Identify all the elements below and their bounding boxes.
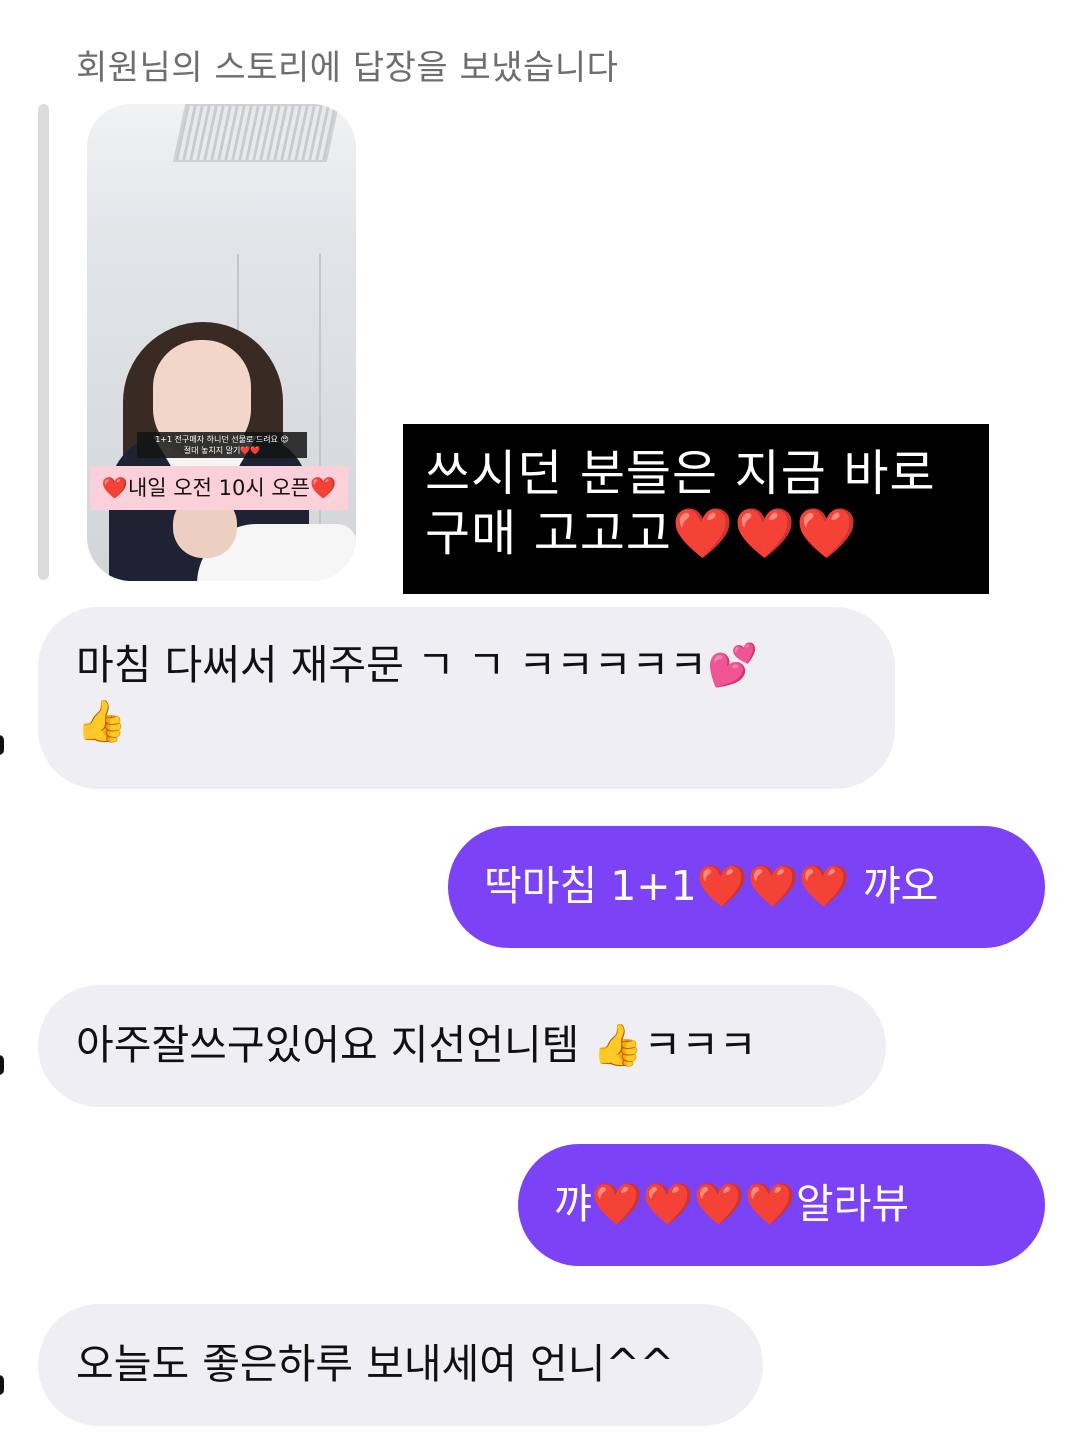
message-text: 👍 (76, 697, 128, 745)
story-overlay-line: 구매 고고고❤️❤️❤️ (425, 505, 859, 562)
sender-avatar-edge (0, 735, 4, 755)
outgoing-message-bubble[interactable]: 꺄❤️❤️❤️❤️알라뷰 (518, 1144, 1045, 1266)
dm-conversation: 회원님의 스토리에 답장을 보냈습니다 1+1 전구매자 하니던 선물로 드려요… (0, 0, 1080, 1439)
message-text: 오늘도 좋은하루 보내세여 언니^^ (76, 1340, 675, 1388)
incoming-message-bubble[interactable]: 마침 다써서 재주문 ㄱ ㄱ ㅋㅋㅋㅋㅋ💕 👍 (38, 607, 895, 789)
story-overlay-line: 쓰시던 분들은 지금 바로 (425, 445, 936, 502)
story-sticker: ❤️내일 오전 10시 오픈❤️ (90, 466, 348, 510)
story-thumbnail[interactable]: 1+1 전구매자 하니던 선물로 드려요 😍 절대 놓치지 말기❤️❤️ ❤️내… (87, 104, 356, 581)
story-caption-line: 1+1 전구매자 하니던 선물로 드려요 😍 (155, 435, 289, 444)
message-text: 딱마침 1+1❤️❤️❤️ 꺄오 (484, 862, 939, 910)
story-caption: 1+1 전구매자 하니던 선물로 드려요 😍 절대 놓치지 말기❤️❤️ (137, 432, 307, 458)
message-text: 마침 다써서 재주문 ㄱ ㄱ ㅋㅋㅋㅋㅋ💕 (76, 641, 759, 689)
story-caption-line: 절대 놓치지 말기❤️❤️ (183, 446, 261, 455)
incoming-message-bubble[interactable]: 아주잘쓰구있어요 지선언니템 👍ㅋㅋㅋ (38, 985, 886, 1107)
message-text: 꺄❤️❤️❤️❤️알라뷰 (554, 1180, 910, 1228)
reply-quote-bar (38, 104, 49, 580)
story-reply-header: 회원님의 스토리에 답장을 보냈습니다 (76, 48, 619, 88)
sender-avatar-edge (0, 1055, 4, 1075)
sender-avatar-edge (0, 1375, 4, 1395)
message-text: 아주잘쓰구있어요 지선언니템 👍ㅋㅋㅋ (76, 1021, 757, 1069)
outgoing-message-bubble[interactable]: 딱마침 1+1❤️❤️❤️ 꺄오 (448, 826, 1045, 948)
story-text-overlay: 쓰시던 분들은 지금 바로 구매 고고고❤️❤️❤️ (403, 424, 989, 594)
incoming-message-bubble[interactable]: 오늘도 좋은하루 보내세여 언니^^ (38, 1304, 763, 1426)
story-ceiling-vent (172, 104, 340, 162)
